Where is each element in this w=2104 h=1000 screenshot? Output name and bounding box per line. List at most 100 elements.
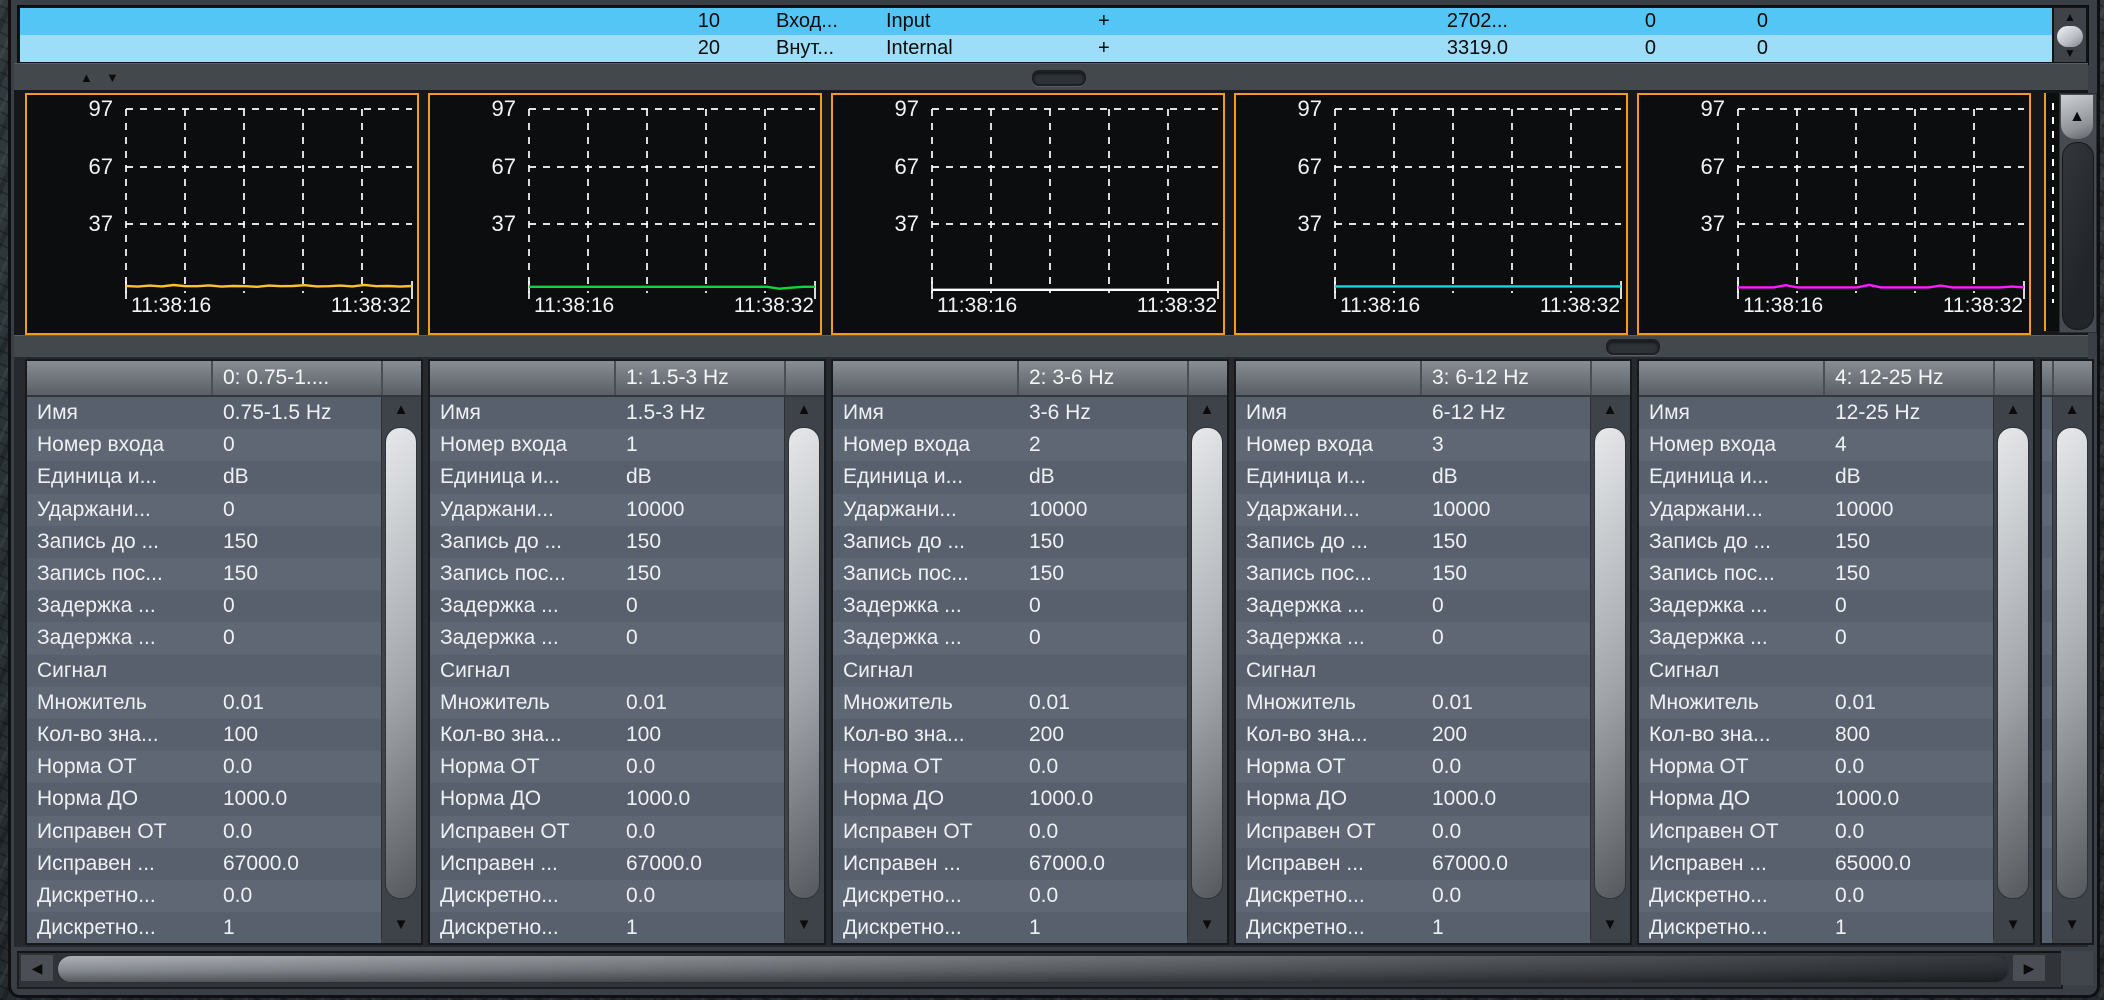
property-row[interactable]: Кол-во зна...800 [1639,719,1993,751]
chart-panel-1[interactable]: 97673711:38:1611:38:32 [428,93,822,335]
chart-panel-4[interactable]: 97673711:38:1611:38:32 [1637,93,2031,335]
panel-scrollbar[interactable]: ▲▼ [1993,397,2032,939]
property-row[interactable]: Единица и...dB [27,461,381,493]
property-value[interactable]: 1000.0 [1835,787,1899,811]
horizontal-scrollbar[interactable]: ◀ ▶ [17,951,2063,989]
property-row[interactable]: Номер входа2 [833,429,1187,461]
signals-table-scrollbar[interactable]: ▲ ▼ [2054,8,2086,62]
property-value[interactable]: 0 [626,594,638,618]
property-row[interactable]: Запись до ...150 [833,526,1187,558]
property-row[interactable]: Задержка ...0 [430,622,784,654]
property-row[interactable]: Исправен ОТ0.0 [833,816,1187,848]
property-value[interactable]: 1.5-3 Hz [626,401,705,425]
scroll-right-button[interactable]: ▶ [2013,955,2045,981]
property-row[interactable]: Задержка ...0 [833,622,1187,654]
property-row[interactable]: Ударжани... [2042,494,2052,526]
property-value[interactable]: 0 [223,498,235,522]
property-value[interactable]: 10000 [1029,498,1087,522]
property-row[interactable]: Запись пос...150 [27,558,381,590]
property-value[interactable]: 1 [1432,916,1444,940]
scroll-thumb[interactable] [1191,427,1223,899]
property-row[interactable]: Запись до ...150 [430,526,784,558]
property-value[interactable]: 100 [223,723,258,747]
scroll-up-button[interactable]: ▲ [2061,95,2093,139]
property-value[interactable]: 0 [1029,594,1041,618]
panel-scrollbar[interactable]: ▲▼ [1187,397,1226,939]
property-value[interactable]: 0.0 [1835,884,1864,908]
property-value[interactable]: 1000.0 [1029,787,1093,811]
property-row[interactable]: Имя0.75-1.5 Hz [27,397,381,429]
property-value[interactable]: 0.0 [1835,820,1864,844]
property-row[interactable]: Кол-во зна...100 [430,719,784,751]
property-row[interactable]: Запись до ...150 [1236,526,1590,558]
property-row[interactable]: Исправен ОТ0.0 [1236,816,1590,848]
property-row[interactable]: Ударжани...10000 [430,494,784,526]
property-value[interactable]: 0 [223,433,235,457]
property-row[interactable]: Исправен ...67000.0 [1236,848,1590,880]
property-row[interactable]: Задержка ...0 [1236,590,1590,622]
property-value[interactable]: 150 [1432,530,1467,554]
table-splitter-bar[interactable]: ▲ ▼ [14,63,2088,91]
property-value[interactable]: 0.0 [223,884,252,908]
property-row[interactable]: Норма ОТ0.0 [27,751,381,783]
property-row[interactable]: Задержка ...0 [1236,622,1590,654]
scroll-up-icon[interactable]: ▲ [2053,401,2091,418]
property-row[interactable]: Множитель0.01 [27,687,381,719]
scroll-thumb[interactable] [788,427,820,899]
property-value[interactable]: 0.75-1.5 Hz [223,401,332,425]
property-value[interactable]: 1 [626,433,638,457]
property-row[interactable]: Дискретно... [2042,912,2052,944]
property-row[interactable]: Дискретно...1 [430,912,784,944]
property-row[interactable]: Исправен ...65000.0 [1639,848,1993,880]
property-row[interactable]: Дискретно...0.0 [430,880,784,912]
property-value[interactable]: 1 [626,916,638,940]
property-row[interactable]: Запись до ...150 [1639,526,1993,558]
property-value[interactable]: 6-12 Hz [1432,401,1506,425]
scroll-down-icon[interactable]: ▼ [785,916,823,933]
table-row[interactable]: 10Вход...Input+2702...00 [20,8,2052,35]
charts-scrollbar[interactable]: ▲ [2059,93,2097,333]
property-row[interactable]: Сигнал [27,655,381,687]
property-value[interactable]: 0 [1432,594,1444,618]
property-row[interactable]: Единица и...dB [833,461,1187,493]
property-row[interactable]: Номер входа [2042,429,2052,461]
property-value[interactable]: 67000.0 [1029,852,1105,876]
property-value[interactable]: 2 [1029,433,1041,457]
property-value[interactable]: 0.0 [223,755,252,779]
property-row[interactable]: Дискретно...0.0 [27,880,381,912]
charts-splitter-bar[interactable] [14,335,2088,358]
property-value[interactable]: 1000.0 [223,787,287,811]
scroll-up-icon[interactable]: ▲ [1591,401,1629,418]
scroll-down-icon[interactable]: ▼ [1994,916,2032,933]
scroll-down-icon[interactable]: ▼ [2053,916,2091,933]
row-down-icon[interactable]: ▼ [106,70,119,85]
property-row[interactable]: Запись пос... [2042,558,2052,590]
property-value[interactable]: 0.01 [223,691,264,715]
property-row[interactable]: Дискретно...1 [27,912,381,944]
property-row[interactable]: Задержка ...0 [27,590,381,622]
property-row[interactable]: Исправен ...67000.0 [833,848,1187,880]
property-row[interactable]: Номер входа3 [1236,429,1590,461]
property-value[interactable]: 150 [1835,562,1870,586]
property-row[interactable]: Сигнал [430,655,784,687]
property-value[interactable]: 150 [1432,562,1467,586]
property-value[interactable]: 0.0 [1835,755,1864,779]
table-row[interactable]: 20Внут...Internal+3319.000 [20,35,2052,62]
property-row[interactable]: Дискретно...0.0 [833,880,1187,912]
property-value[interactable]: 150 [1835,530,1870,554]
property-row[interactable]: Норма ДО1000.0 [1639,783,1993,815]
property-row[interactable]: Исправен ОТ0.0 [430,816,784,848]
property-row[interactable]: Сигнал [1639,655,1993,687]
property-value[interactable]: 0.0 [1432,820,1461,844]
property-row[interactable]: Имя12-25 Hz [1639,397,1993,429]
splitter-handle[interactable] [1606,339,1660,355]
property-value[interactable]: 150 [1029,562,1064,586]
property-row[interactable]: Исправен ... [2042,848,2052,880]
chart-panel-3[interactable]: 97673711:38:1611:38:32 [1234,93,1628,335]
splitter-handle[interactable] [1032,70,1086,86]
property-row[interactable]: Имя1.5-3 Hz [430,397,784,429]
property-row[interactable]: Задержка ...0 [430,590,784,622]
scroll-thumb[interactable] [385,427,417,899]
property-row[interactable]: Дискретно...1 [1639,912,1993,944]
property-row[interactable]: Норма ДО1000.0 [1236,783,1590,815]
